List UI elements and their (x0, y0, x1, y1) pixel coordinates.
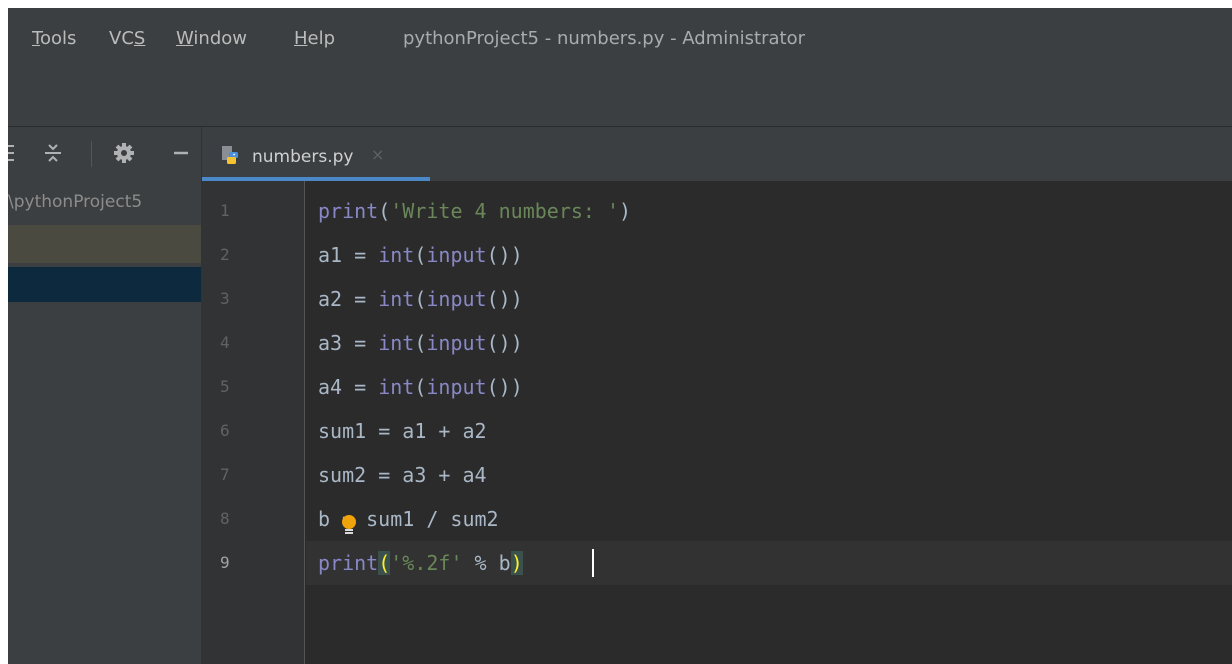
paren: ()) (486, 375, 523, 399)
line-number: 3 (220, 289, 230, 308)
tab-label: numbers.py (252, 147, 354, 167)
tree-row-highlighted[interactable] (8, 225, 201, 263)
project-panel: \pythonProject5 (8, 127, 202, 664)
builtin-print: print (318, 199, 379, 223)
paren: ) (619, 199, 632, 223)
matched-paren: ) (510, 551, 523, 575)
tab-numbers-py[interactable]: numbers.py × (202, 127, 430, 181)
variable-b: b (318, 507, 331, 531)
paren: ( (414, 331, 427, 355)
menu-vcs-mnemonic: S (133, 28, 146, 49)
string-literal: 'Write 4 numbers: ' (390, 199, 620, 223)
builtin-input: input (426, 243, 487, 267)
menu-bar: Tools VCS Window Help pythonProject5 - n… (8, 8, 1232, 70)
menu-tools-rest: ools (39, 28, 77, 49)
assignment: a3 = (318, 331, 379, 355)
hide-panel-icon[interactable] (172, 141, 190, 171)
builtin-int: int (378, 331, 415, 355)
close-icon[interactable]: × (371, 145, 384, 164)
menu-help-mnemonic: H (294, 28, 308, 49)
tree-row-selected[interactable] (8, 267, 201, 302)
line-number: 5 (220, 377, 230, 396)
code-line-9[interactable]: print('%.2f' % b) (318, 541, 523, 585)
code-editor[interactable]: 1 2 3 4 5 6 7 8 9 print('Write 4 numbers… (202, 181, 1232, 664)
line-number-gutter: 1 2 3 4 5 6 7 8 9 (202, 181, 305, 664)
builtin-print: print (318, 551, 379, 575)
assignment: a2 = (318, 287, 379, 311)
line-number: 4 (220, 333, 230, 352)
current-line-number: 9 (220, 553, 230, 572)
builtin-input: input (426, 287, 487, 311)
code-line-2[interactable]: a1 = int(input()) (318, 233, 523, 277)
collapse-all-icon[interactable] (42, 141, 64, 171)
menu-tools[interactable]: Tools (32, 28, 76, 49)
expression: % b (462, 551, 511, 575)
builtin-int: int (378, 375, 415, 399)
line-number: 6 (220, 421, 230, 440)
expression: = sum1 / sum2 (342, 507, 499, 531)
project-panel-toolbar (8, 127, 201, 181)
menu-help[interactable]: Help (294, 28, 335, 49)
python-file-icon (220, 145, 240, 165)
text-caret (592, 549, 594, 577)
menu-help-rest: elp (307, 28, 336, 49)
code-line-1[interactable]: print('Write 4 numbers: ') (318, 189, 631, 233)
builtin-input: input (426, 375, 487, 399)
lightbulb-icon[interactable] (339, 514, 359, 536)
code-line-5[interactable]: a4 = int(input()) (318, 365, 523, 409)
menu-window[interactable]: Window (176, 28, 247, 49)
string-literal: '%.2f' (390, 551, 463, 575)
menu-window-mnemonic: W (176, 28, 194, 49)
window-title: pythonProject5 - numbers.py - Administra… (403, 28, 806, 49)
project-root-item[interactable]: \pythonProject5 (8, 192, 142, 212)
code-line-7[interactable]: sum2 = a3 + a4 (318, 453, 487, 497)
expand-all-icon[interactable] (8, 141, 16, 171)
ide-window: Tools VCS Window Help pythonProject5 - n… (8, 8, 1232, 664)
line-number: 8 (220, 509, 230, 528)
builtin-input: input (426, 331, 487, 355)
builtin-int: int (378, 287, 415, 311)
menu-window-rest: indow (193, 28, 247, 49)
menu-tools-mnemonic: T (32, 28, 40, 49)
line-number: 7 (220, 465, 230, 484)
code-line-4[interactable]: a3 = int(input()) (318, 321, 523, 365)
menu-vcs-pre: VC (109, 28, 134, 49)
paren: ( (414, 243, 427, 267)
paren: ()) (486, 331, 523, 355)
assignment: a4 = (318, 375, 379, 399)
line-number: 1 (220, 201, 230, 220)
gear-icon[interactable] (112, 141, 136, 171)
editor-tab-bar: numbers.py × (202, 127, 1232, 181)
navigation-toolbar (8, 70, 1232, 127)
paren: ( (414, 375, 427, 399)
builtin-int: int (378, 243, 415, 267)
paren: ( (414, 287, 427, 311)
toolbar-separator (91, 141, 92, 167)
paren: ()) (486, 287, 523, 311)
paren: ()) (486, 243, 523, 267)
paren: ( (378, 199, 391, 223)
menu-vcs[interactable]: VCS (109, 28, 145, 49)
code-line-6[interactable]: sum1 = a1 + a2 (318, 409, 487, 453)
code-line-3[interactable]: a2 = int(input()) (318, 277, 523, 321)
line-number: 2 (220, 245, 230, 264)
assignment: a1 = (318, 243, 379, 267)
matched-paren: ( (378, 551, 391, 575)
